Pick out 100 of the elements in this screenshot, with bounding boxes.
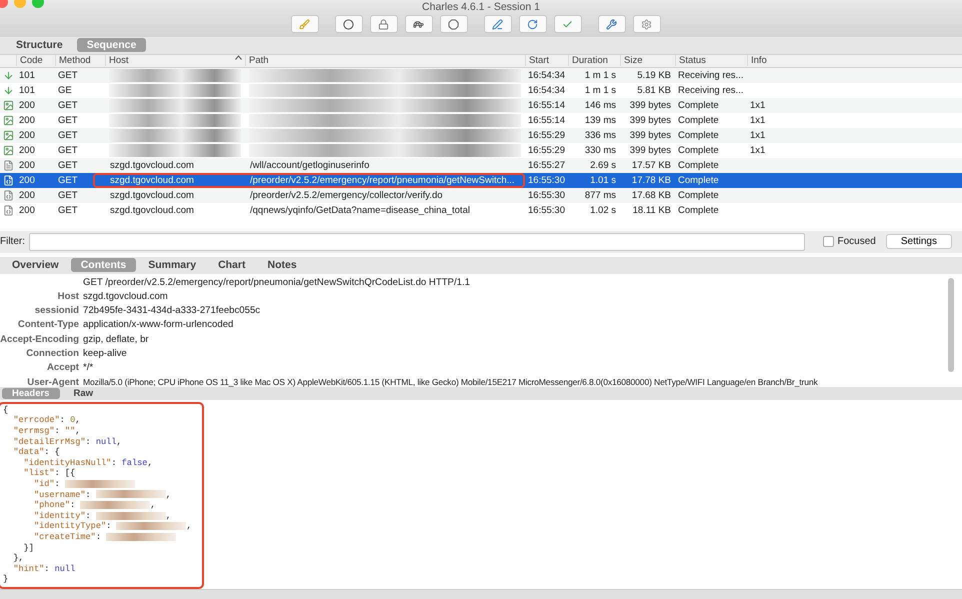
- code-line: "identityHasNull": false,: [22, 458, 154, 468]
- code-line: "createTime":: [3, 532, 202, 543]
- status-cell-text: Complete: [677, 130, 720, 141]
- info-cell-text: 1x1: [749, 100, 766, 111]
- start-cell-text: 16:55:14: [527, 100, 566, 111]
- host-cell-text: szgd.tgovcloud.com: [109, 160, 195, 171]
- request-row[interactable]: 101 GET 16:54:34 1 m 1 s 5.19 KB Receiving res...: [0, 68, 962, 83]
- filter-field[interactable]: [29, 232, 804, 251]
- refresh-icon: [527, 18, 538, 30]
- toolbar-button[interactable]: [598, 15, 626, 33]
- view-tab[interactable]: Structure: [6, 38, 73, 52]
- code-line: {: [3, 404, 10, 416]
- duration-cell-text: 2.69 s: [589, 160, 617, 171]
- toolbar-button[interactable]: [334, 15, 362, 33]
- column-header[interactable]: Duration: [568, 55, 620, 66]
- header-value: szgd.tgovcloud.com: [83, 290, 168, 302]
- toolbar-button[interactable]: [518, 15, 546, 33]
- size-cell-text: 399 bytes: [628, 130, 672, 141]
- duration-cell-text: 146 ms: [584, 100, 617, 111]
- status-cell-text: Complete: [677, 204, 720, 216]
- blurred-value: [96, 512, 166, 520]
- size-cell-text: 399 bytes: [628, 144, 672, 156]
- start-cell-text: 16:55:29: [527, 130, 566, 141]
- duration-cell-text: 1 m 1 s: [584, 84, 617, 96]
- toolbar-button[interactable]: [440, 15, 468, 33]
- broom-icon: [299, 18, 310, 30]
- turtle-icon: [413, 18, 424, 30]
- request-row[interactable]: 200 GET 16:55:14 146 ms 399 bytes Complete 1x1: [0, 98, 962, 113]
- scrollbar[interactable]: [948, 278, 954, 372]
- focused-checkbox[interactable]: Focused: [822, 236, 876, 248]
- code-line: }: [3, 574, 10, 585]
- start-cell-text: 16:55:30: [527, 190, 566, 201]
- code-line: "errmsg": "",: [12, 426, 82, 437]
- tools-icon: [606, 18, 617, 30]
- header-value: Mozilla/5.0 (iPhone; CPU iPhone OS 11_3 like Mac OS X) AppleWebKit/605.1.15 (KHTML, like Gecko) Mobile/15E217 MicroMessenger/6.8.0(0x16080000) NetType/WIFI Language/en Branch/Br_trunk: [83, 377, 818, 387]
- start-cell-text: 16:55:14: [527, 114, 566, 126]
- code-line: }]: [22, 542, 35, 554]
- column-header[interactable]: Path: [245, 55, 525, 66]
- path-cell-text: /wll/account/getloginuserinfo: [249, 160, 370, 171]
- duration-cell-text: 139 ms: [584, 114, 617, 126]
- column-header[interactable]: Status: [675, 55, 747, 66]
- column-header[interactable]: Host: [105, 55, 245, 66]
- status-cell-text: Complete: [677, 114, 720, 126]
- column-header[interactable]: Method: [55, 55, 105, 66]
- detail-tab[interactable]: Overview: [2, 258, 69, 272]
- code-cell-text: 200: [18, 144, 36, 156]
- header-value: keep-alive: [83, 348, 127, 360]
- code-cell-text: 200: [18, 204, 36, 216]
- code-line: "id":: [3, 479, 202, 490]
- json-file-icon: [2, 190, 14, 201]
- host-cell-text: szgd.tgovcloud.com: [109, 174, 195, 186]
- size-cell-text: 18.11 KB: [632, 204, 672, 216]
- start-cell-text: 16:55:29: [527, 144, 566, 156]
- toolbar-button[interactable]: [484, 15, 512, 33]
- toolbar-button[interactable]: [404, 15, 432, 33]
- image-icon: [2, 130, 14, 141]
- header-name: sessionid: [34, 305, 80, 316]
- status-cell-text: Complete: [677, 100, 720, 111]
- column-header[interactable]: Info: [747, 55, 962, 66]
- method-cell-text: GET: [57, 160, 79, 171]
- host-cell-text: szgd.tgovcloud.com: [109, 190, 195, 201]
- column-header[interactable]: Start: [525, 55, 568, 66]
- request-row[interactable]: 200 GET 16:55:29 336 ms 399 bytes Complete 1x1: [0, 128, 962, 143]
- header-name: Host: [56, 290, 80, 302]
- size-cell-text: 399 bytes: [628, 114, 672, 126]
- size-cell-text: 399 bytes: [628, 100, 672, 111]
- response-tab[interactable]: Raw: [64, 388, 104, 399]
- path-cell-text: /qqnews/yqinfo/GetData?name=disease_china_total: [249, 204, 471, 216]
- start-cell-text: 16:55:30: [527, 174, 566, 186]
- json-file-icon: [2, 174, 14, 186]
- code-cell-text: 200: [18, 190, 36, 201]
- settings-button[interactable]: Settings: [886, 234, 952, 250]
- column-header[interactable]: Size: [620, 55, 675, 66]
- duration-cell-text: 877 ms: [584, 190, 617, 201]
- request-row[interactable]: 200 GET szgd.tgovcloud.com /wll/account/getloginuserinfo 16:55:27 2.69 s 17.57 KB Complete: [0, 158, 962, 173]
- method-cell-text: GET: [57, 70, 79, 81]
- header-value: */*: [83, 362, 94, 374]
- method-cell-text: GET: [57, 100, 79, 111]
- size-cell-text: 17.57 KB: [630, 160, 672, 171]
- method-cell-text: GET: [57, 190, 79, 201]
- request-row[interactable]: 200 GET szgd.tgovcloud.com /preorder/v2.5.2/emergency/collector/verify.do 16:55:30 877 ms 17.68 KB Complete: [0, 188, 962, 203]
- blurred-value: [64, 480, 135, 488]
- host-cell-text: szgd.tgovcloud.com: [109, 204, 195, 216]
- lock-icon: [378, 18, 389, 30]
- duration-cell-text: 1 m 1 s: [584, 70, 617, 81]
- request-row[interactable]: 200 GET szgd.tgovcloud.com /preorder/v2.5.2/emergency/report/pneumonia/getNewSwitch... 16:55:30 1.01 s 17.78 KB Complete: [0, 172, 962, 188]
- info-cell-text: 1x1: [749, 130, 766, 141]
- header-name: Connection: [25, 348, 80, 360]
- column-header[interactable]: Code: [16, 55, 55, 66]
- info-cell-text: 1x1: [749, 144, 766, 156]
- code-cell-text: 200: [18, 114, 36, 126]
- method-cell-text: GET: [57, 130, 79, 141]
- toolbar-button[interactable]: [370, 15, 398, 33]
- method-cell-text: GET: [57, 114, 79, 126]
- status-cell-text: Complete: [677, 190, 720, 201]
- detail-tab[interactable]: Chart: [208, 258, 256, 272]
- detail-tab[interactable]: Notes: [257, 258, 307, 272]
- code-line: "list": [{: [22, 468, 76, 480]
- detail-tab[interactable]: Summary: [138, 258, 206, 272]
- code-line: "identityType": ,: [32, 521, 193, 532]
